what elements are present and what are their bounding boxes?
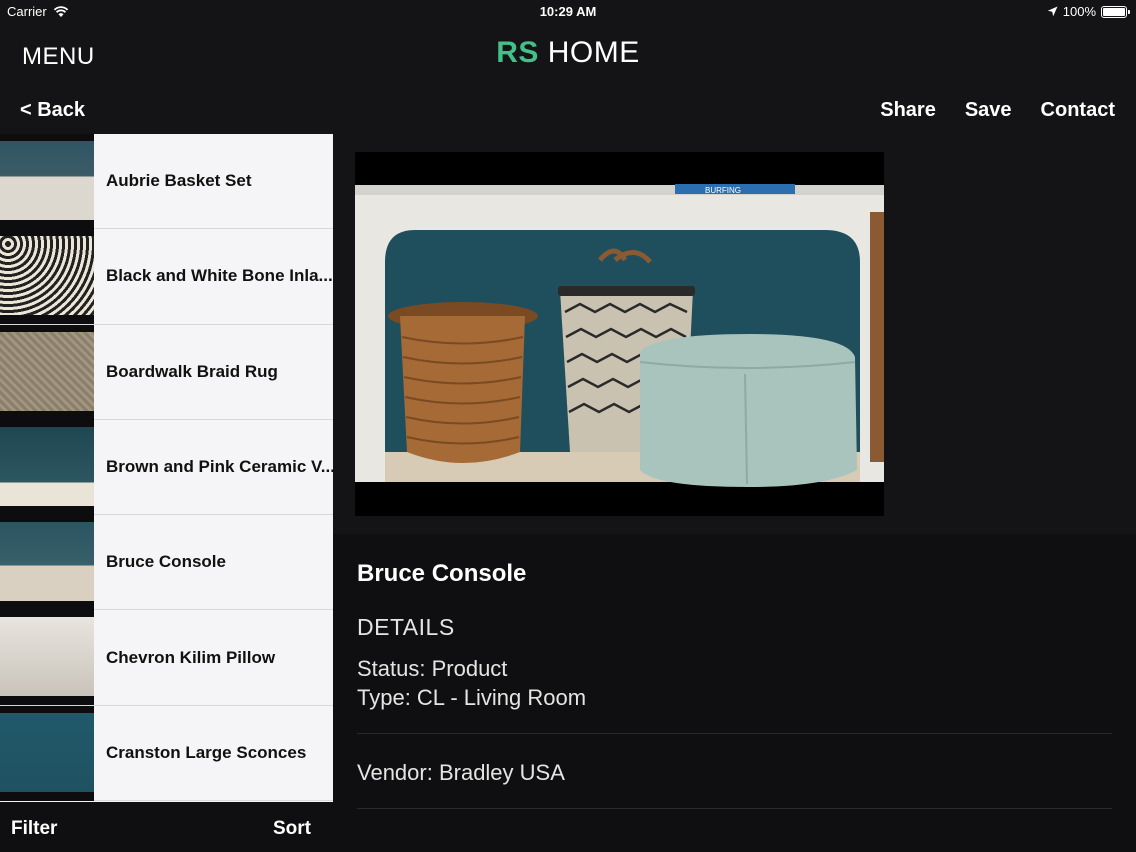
top-nav: MENU RS HOME < Back Share Save Contact xyxy=(0,24,1136,134)
vendor-text: Vendor: Bradley USA xyxy=(357,760,565,785)
product-thumbnail xyxy=(0,705,94,801)
product-thumbnail xyxy=(0,134,94,229)
list-item-label: Brown and Pink Ceramic V... xyxy=(106,457,333,477)
list-item-label: Chevron Kilim Pillow xyxy=(106,647,276,667)
product-thumbnail xyxy=(0,419,94,515)
list-item[interactable]: Aubrie Basket Set xyxy=(0,134,333,230)
list-item[interactable]: Bruce Console xyxy=(0,515,333,611)
save-button[interactable]: Save xyxy=(965,99,1012,122)
filter-button[interactable]: Filter xyxy=(11,818,57,840)
list-item[interactable]: Brown and Pink Ceramic V... xyxy=(0,419,333,516)
battery-icon xyxy=(1101,5,1130,18)
product-hero-image[interactable]: BURFING xyxy=(355,152,884,516)
list-item[interactable]: Black and White Bone Inla... xyxy=(0,229,333,325)
list-item-label: Cranston Large Sconces xyxy=(106,742,307,762)
logo-home: HOME xyxy=(538,36,640,69)
clock: 10:29 AM xyxy=(539,4,597,19)
status-text: Status: Product xyxy=(357,656,508,681)
app-logo: RS HOME xyxy=(0,36,1136,70)
list-item-label: Bruce Console xyxy=(106,552,226,572)
status-right: 100% xyxy=(1047,4,1130,19)
divider xyxy=(357,808,1112,809)
share-button[interactable]: Share xyxy=(880,99,936,122)
sort-button[interactable]: Sort xyxy=(273,818,311,840)
list-item[interactable]: Cranston Large Sconces xyxy=(0,705,333,802)
product-detail: BURFING Bruce Console DETAILS Status: Pr… xyxy=(333,134,1136,852)
divider xyxy=(357,733,1112,734)
list-item-label: Aubrie Basket Set xyxy=(106,171,252,191)
product-list: Aubrie Basket Set Black and White Bone I… xyxy=(0,134,333,802)
product-thumbnail xyxy=(0,324,94,420)
list-item-label: Boardwalk Braid Rug xyxy=(106,361,278,381)
product-title: Bruce Console xyxy=(357,560,527,587)
product-thumbnail xyxy=(0,515,94,611)
back-button[interactable]: < Back xyxy=(20,99,85,122)
list-item[interactable]: Chevron Kilim Pillow xyxy=(0,610,333,706)
list-item[interactable]: Boardwalk Braid Rug xyxy=(0,324,333,420)
logo-rs: RS xyxy=(496,36,539,69)
list-item-label: Black and White Bone Inla... xyxy=(106,266,333,286)
details-heading: DETAILS xyxy=(357,614,455,640)
nav-actions: Share Save Contact xyxy=(880,99,1115,122)
battery-percent: 100% xyxy=(1062,4,1096,19)
status-bar: Carrier 10:29 AM 100% xyxy=(0,0,1136,24)
product-thumbnail xyxy=(0,610,94,706)
type-text: Type: CL - Living Room xyxy=(357,685,587,710)
contact-button[interactable]: Contact xyxy=(1041,99,1115,122)
product-info: Bruce Console DETAILS Status: Product Ty… xyxy=(333,534,1136,852)
product-thumbnail xyxy=(0,229,94,325)
location-arrow-icon xyxy=(1047,6,1058,17)
list-footer: Filter Sort xyxy=(0,802,333,852)
book-spine-text: BURFING xyxy=(705,186,741,195)
